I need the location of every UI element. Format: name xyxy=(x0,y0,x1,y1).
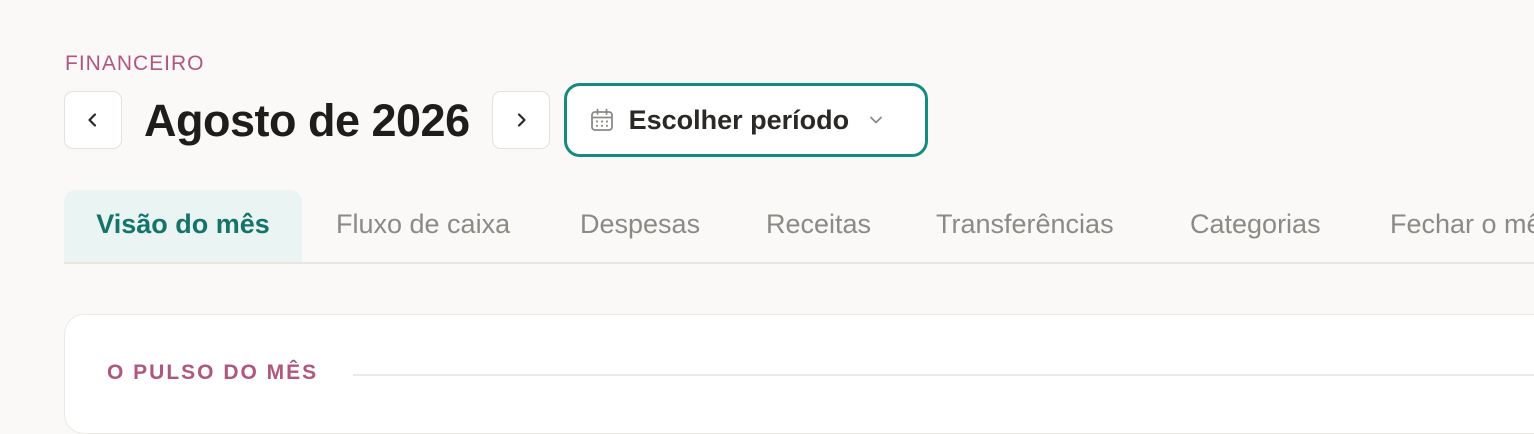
previous-month-button[interactable] xyxy=(64,91,122,149)
tab-despesas[interactable]: Despesas xyxy=(580,190,700,262)
card-divider xyxy=(353,374,1534,376)
section-eyebrow: FINANCEIRO xyxy=(65,52,205,75)
chevron-left-icon xyxy=(88,113,97,127)
tab-transferencias[interactable]: Transferências xyxy=(936,190,1114,262)
calendar-icon xyxy=(590,108,613,131)
chevron-down-icon xyxy=(870,116,883,124)
next-month-button[interactable] xyxy=(491,91,550,149)
tab-visao-do-mes[interactable]: Visão do mês xyxy=(64,190,302,262)
tab-fechar-o-mes[interactable]: Fechar o mês xyxy=(1390,190,1534,262)
tab-categorias[interactable]: Categorias xyxy=(1190,190,1321,262)
chevron-right-icon xyxy=(517,113,526,127)
tab-receitas[interactable]: Receitas xyxy=(766,190,871,262)
period-header: Agosto de 2026 Escolher período xyxy=(64,82,928,158)
month-pulse-card: O PULSO DO MÊS xyxy=(64,314,1534,434)
choose-period-button[interactable]: Escolher período xyxy=(563,83,928,157)
finance-tabs: Visão do mês Fluxo de caixa Despesas Rec… xyxy=(64,190,1534,264)
tab-fluxo-de-caixa[interactable]: Fluxo de caixa xyxy=(336,190,510,262)
choose-period-label: Escolher período xyxy=(628,104,850,135)
page-title: Agosto de 2026 xyxy=(144,94,470,146)
card-heading: O PULSO DO MÊS xyxy=(107,361,319,384)
